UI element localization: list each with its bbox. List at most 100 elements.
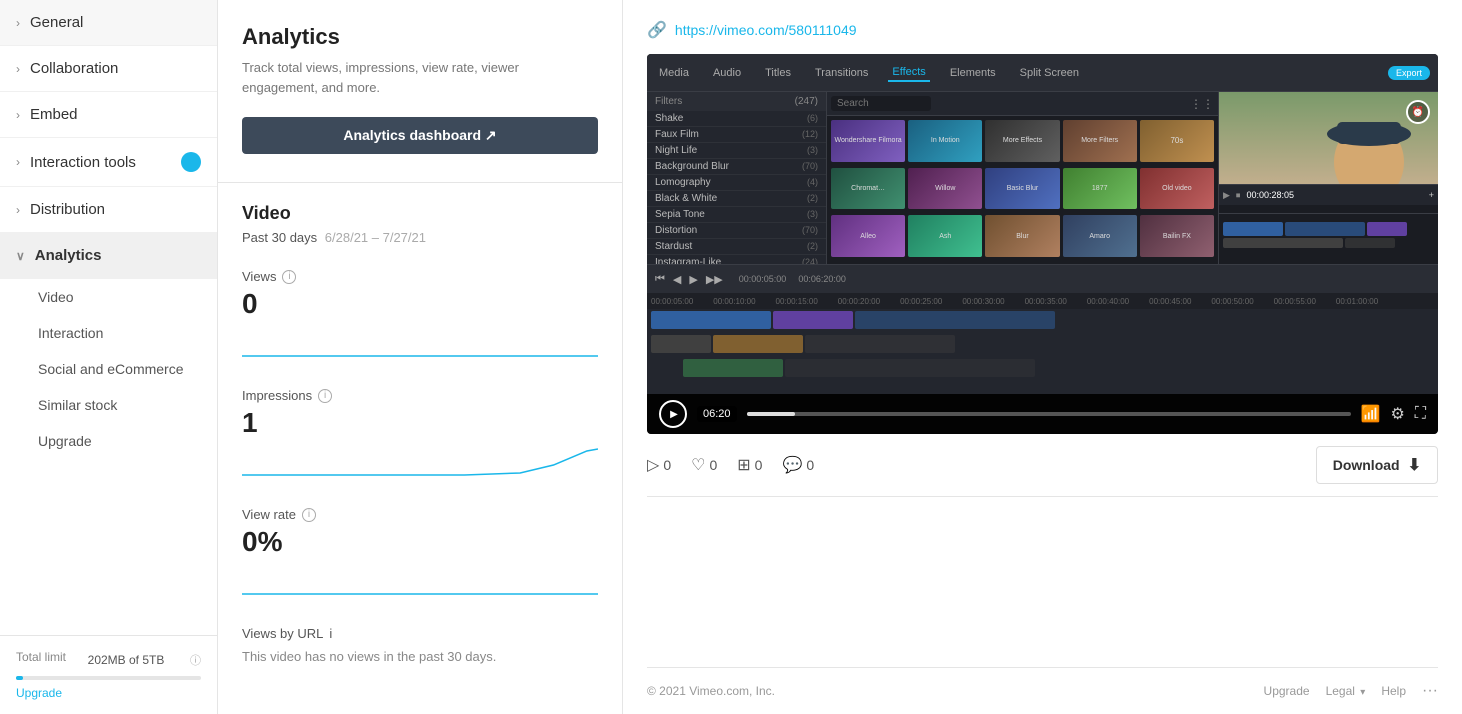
effect-basic-blur[interactable]: Basic Blur (985, 168, 1059, 210)
sidebar: › General › Collaboration › Embed › Inte… (0, 0, 218, 714)
effect-ash[interactable]: Ash (908, 215, 982, 257)
editor-grid-options[interactable]: ⋮⋮ (1190, 97, 1214, 111)
editor-left-panel: Filters (247) Shake(6) Faux Film(12) Nig… (647, 92, 827, 264)
filter-faux-film[interactable]: Faux Film(12) (647, 127, 826, 143)
clip-3[interactable] (855, 311, 1055, 329)
sidebar-item-analytics[interactable]: ∨ Analytics (0, 233, 217, 279)
filter-lomography[interactable]: Lomography(4) (647, 175, 826, 191)
editor-search-input[interactable] (831, 96, 931, 111)
effect-alleo[interactable]: Alleo (831, 215, 905, 257)
clip-1[interactable] (651, 311, 771, 329)
right-footer: © 2021 Vimeo.com, Inc. Upgrade Legal ▾ H… (647, 667, 1438, 714)
effect-amaro[interactable]: Amaro (1063, 215, 1137, 257)
filter-distortion[interactable]: Distortion(70) (647, 223, 826, 239)
footer-copyright: © 2021 Vimeo.com, Inc. (647, 684, 775, 698)
views-by-url-info-icon[interactable]: i (329, 626, 332, 641)
meta-plays: ▷ 0 (647, 455, 671, 475)
filter-sepia[interactable]: Sepia Tone(3) (647, 207, 826, 223)
video-url-link[interactable]: https://vimeo.com/580111049 (675, 22, 857, 38)
effect-70s[interactable]: 70s (1140, 120, 1214, 162)
footer-help-link[interactable]: Help (1381, 684, 1406, 698)
filter-stardust[interactable]: Stardust(2) (647, 239, 826, 255)
footer-upgrade-link[interactable]: Upgrade (1264, 684, 1310, 698)
timeline-controls: ⏮ ◀ ▶ ▶▶ 00:00:05:00 00:06:20:00 (647, 265, 1438, 293)
effect-1877[interactable]: 1877 (1063, 168, 1137, 210)
export-button[interactable]: Export (1388, 66, 1430, 80)
settings-icon[interactable]: ⚙ (1390, 404, 1404, 424)
tab-media[interactable]: Media (655, 65, 693, 81)
download-label: Download (1333, 457, 1400, 473)
tab-titles[interactable]: Titles (761, 65, 795, 81)
impressions-info-icon[interactable]: i (318, 389, 332, 403)
legal-dropdown-icon: ▾ (1360, 687, 1365, 698)
metric-impressions-chart (242, 447, 598, 483)
views-info-icon[interactable]: i (282, 270, 296, 284)
sidebar-item-label: Embed (30, 106, 78, 123)
fullscreen-icon[interactable]: ⛶ (1415, 405, 1426, 423)
sidebar-item-embed[interactable]: › Embed (0, 92, 217, 138)
analytics-dashboard-button[interactable]: Analytics dashboard ↗ (242, 117, 598, 154)
timeline-back-btn[interactable]: ⏮ (655, 273, 665, 286)
tab-elements[interactable]: Elements (946, 65, 1000, 81)
filter-bg-blur[interactable]: Background Blur(70) (647, 159, 826, 175)
filter-instagram[interactable]: Instagram-Like(24) (647, 255, 826, 264)
upgrade-link[interactable]: Upgrade (16, 686, 201, 700)
metric-views-value: 0 (242, 288, 598, 320)
metric-view-rate-chart (242, 566, 598, 602)
tab-split-screen[interactable]: Split Screen (1016, 65, 1083, 81)
effect-willow[interactable]: Willow (908, 168, 982, 210)
meta-comments: 💬 0 (782, 455, 814, 475)
effect-bailin[interactable]: Bailin FX (1140, 215, 1214, 257)
volume-icon[interactable]: 📶 (1361, 404, 1381, 424)
effect-more-effects[interactable]: More Effects (985, 120, 1059, 162)
sidebar-item-interaction-tools[interactable]: › Interaction tools (0, 138, 217, 187)
footer-more-icon[interactable]: ··· (1422, 682, 1438, 700)
sidebar-subitem-social-ecommerce[interactable]: Social and eCommerce (0, 351, 217, 387)
timeline-prev-btn[interactable]: ◀ (673, 273, 681, 286)
clip-6[interactable] (805, 335, 955, 353)
view-rate-info-icon[interactable]: i (302, 508, 316, 522)
filter-shake[interactable]: Shake(6) (647, 111, 826, 127)
storage-text: 202MB of 5TB (88, 653, 165, 667)
no-views-text: This video has no views in the past 30 d… (242, 649, 598, 664)
effect-in-motion[interactable]: In Motion (908, 120, 982, 162)
section-title-video: Video (242, 203, 598, 224)
effect-wondershare[interactable]: Wondershare Filmora (831, 120, 905, 162)
clip-2[interactable] (773, 311, 853, 329)
sidebar-subitem-interaction[interactable]: Interaction (0, 315, 217, 351)
analytics-title: Analytics (242, 24, 598, 50)
effect-old-video[interactable]: Old video (1140, 168, 1214, 210)
sidebar-item-general[interactable]: › General (0, 0, 217, 46)
filter-night-life[interactable]: Night Life(3) (647, 143, 826, 159)
clip-7[interactable] (683, 359, 783, 377)
storage-bar (16, 676, 201, 680)
footer-links: Upgrade Legal ▾ Help ··· (1264, 682, 1438, 700)
effect-more-filters[interactable]: More Filters (1063, 120, 1137, 162)
tab-audio[interactable]: Audio (709, 65, 745, 81)
sidebar-subitem-similar-stock[interactable]: Similar stock (0, 387, 217, 423)
clip-4[interactable] (651, 335, 711, 353)
comments-icon: 💬 (782, 455, 802, 475)
link-icon: 🔗 (647, 20, 667, 40)
tab-transitions[interactable]: Transitions (811, 65, 872, 81)
timeline-play-btn[interactable]: ▶ (689, 273, 697, 286)
filter-bw[interactable]: Black & White(2) (647, 191, 826, 207)
download-button[interactable]: Download ⬇ (1316, 446, 1438, 484)
clip-8[interactable] (785, 359, 1035, 377)
track-1 (647, 311, 1438, 333)
play-button[interactable] (659, 400, 687, 428)
clip-5[interactable] (713, 335, 803, 353)
sidebar-item-collaboration[interactable]: › Collaboration (0, 46, 217, 92)
timeline-duration: 00:06:20:00 (798, 274, 846, 284)
editor-main: Filters (247) Shake(6) Faux Film(12) Nig… (647, 92, 1438, 264)
footer-legal-link[interactable]: Legal ▾ (1326, 684, 1366, 698)
tab-effects[interactable]: Effects (888, 64, 929, 82)
sidebar-item-distribution[interactable]: › Distribution (0, 187, 217, 233)
sidebar-subitem-upgrade[interactable]: Upgrade (0, 423, 217, 459)
sidebar-subitem-video[interactable]: Video (0, 279, 217, 315)
progress-bar[interactable] (747, 412, 1351, 416)
effect-chromat[interactable]: Chromat… (831, 168, 905, 210)
timeline-next-btn[interactable]: ▶▶ (706, 273, 723, 286)
sidebar-item-label: Distribution (30, 201, 105, 218)
effect-blur[interactable]: Blur (985, 215, 1059, 257)
